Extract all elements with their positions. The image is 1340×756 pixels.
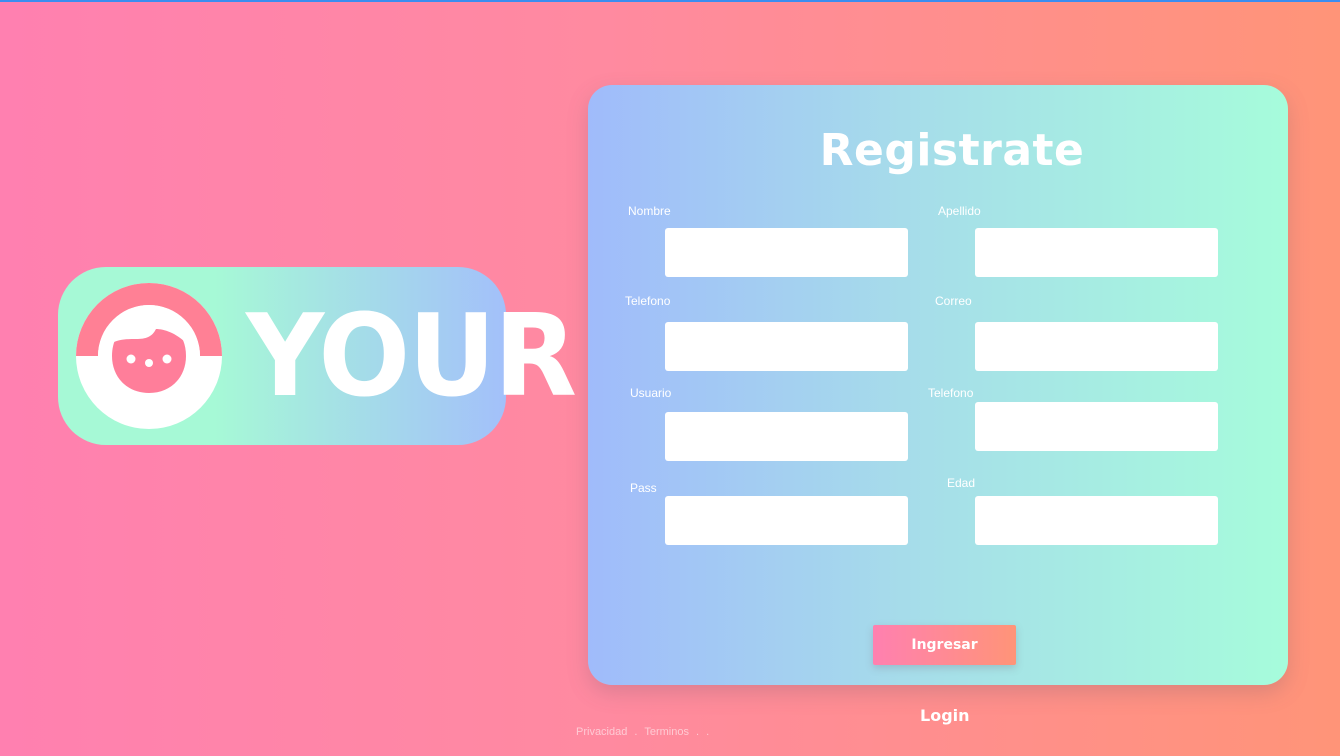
login-link[interactable]: Login — [920, 706, 970, 725]
footer-separator: . — [696, 726, 700, 738]
privacy-link[interactable]: Privacidad — [576, 726, 627, 738]
edad-label: Edad — [947, 476, 976, 490]
footer-separator: . — [634, 726, 638, 738]
footer-separator: . — [706, 726, 710, 738]
ingresar-button[interactable]: Ingresar — [873, 625, 1016, 665]
password-field[interactable] — [665, 496, 908, 545]
window-top-border — [0, 0, 1340, 2]
footer-links: Privacidad . Terminos . . — [576, 726, 713, 738]
brand-wordmark: YOUR — [246, 290, 577, 423]
telefono-field[interactable] — [665, 322, 908, 371]
page-title: Registrate — [819, 125, 1085, 176]
terms-link[interactable]: Terminos — [644, 726, 689, 738]
correo-label: Correo — [935, 294, 972, 308]
register-card: Registrate Nombre Apellido Telefono Corr… — [588, 85, 1288, 685]
nombre-field[interactable] — [665, 228, 908, 277]
face-icon — [76, 283, 222, 429]
apellido-label: Apellido — [938, 204, 981, 218]
telefono-2-field[interactable] — [975, 402, 1218, 451]
edad-field[interactable] — [975, 496, 1218, 545]
telefono-label: Telefono — [625, 294, 671, 308]
apellido-field[interactable] — [975, 228, 1218, 277]
telefono-2-label: Telefono — [928, 386, 974, 400]
nombre-label: Nombre — [628, 204, 671, 218]
correo-field[interactable] — [975, 322, 1218, 371]
usuario-field[interactable] — [665, 412, 908, 461]
usuario-label: Usuario — [630, 386, 672, 400]
brand-logo: YOUR — [58, 267, 577, 445]
pass-label: Pass — [630, 481, 657, 495]
